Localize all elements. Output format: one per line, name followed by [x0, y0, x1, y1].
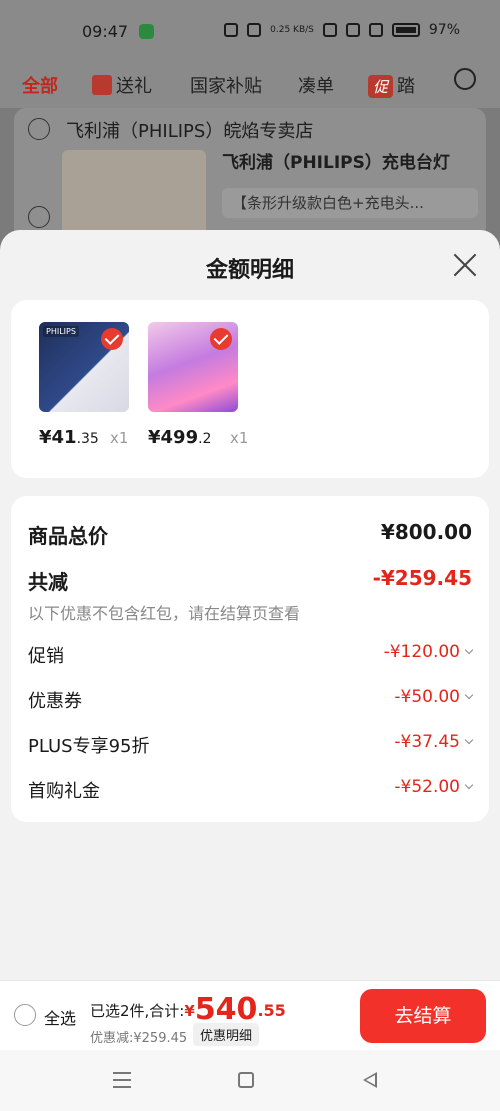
- total-price-value: ¥800.00: [380, 520, 472, 544]
- vibrate-icon: [224, 23, 239, 37]
- saved-amount: 优惠减:¥259.45: [90, 1031, 188, 1046]
- discount-note: 以下优惠不包含红包，请在结算页查看: [28, 604, 301, 623]
- item-price: ¥41.35: [39, 427, 99, 448]
- system-nav-bar: [0, 1050, 500, 1111]
- background-cart-card: 飞利浦（PHILIPS）皖焰专卖店 飞利浦（PHILIPS）充电台灯 【条形升级…: [14, 108, 486, 248]
- select-all-label[interactable]: 全选: [44, 1005, 76, 1029]
- check-icon: [210, 328, 232, 350]
- summary-prefix: 已选2件,合计:: [90, 1002, 185, 1020]
- network-speed: 0.25 KB/S: [270, 24, 314, 35]
- tab-promo: 促踏: [368, 72, 415, 98]
- item-quantity: x1: [230, 429, 249, 447]
- amount-detail-sheet: 金额明细 PHILIPS ¥41.35 x1 ¥499.2 x1 商品总价 ¥8…: [0, 230, 500, 1111]
- total-discount-value: -¥259.45: [372, 566, 472, 590]
- item-image: PHILIPS: [39, 322, 129, 412]
- price-detail-card: 商品总价 ¥800.00 共减 -¥259.45 以下优惠不包含红包，请在结算页…: [11, 496, 489, 822]
- total-price-label: 商品总价: [28, 524, 108, 548]
- product-title: 飞利浦（PHILIPS）充电台灯: [222, 153, 450, 173]
- battery-percent: 97%: [428, 22, 460, 38]
- total-amount-int: 540: [194, 992, 258, 1027]
- status-icons: 0.25 KB/S 97%: [224, 22, 460, 38]
- tab-all: 全部: [22, 76, 58, 97]
- item-quantity: x1: [110, 429, 129, 447]
- tab-gift: 送礼: [92, 72, 152, 98]
- chevron-down-icon: [464, 645, 474, 655]
- back-icon[interactable]: [363, 1072, 377, 1088]
- item-thumbnail-2[interactable]: ¥499.2 x1: [148, 322, 248, 448]
- discount-value: -¥120.00: [384, 642, 474, 662]
- discount-value: -¥52.00: [394, 777, 474, 797]
- message-notification-icon: [139, 24, 154, 39]
- total-discount-label: 共减: [28, 570, 68, 594]
- wifi-icon: [345, 23, 360, 37]
- chevron-down-icon: [464, 735, 474, 745]
- menu-icon[interactable]: [113, 1072, 131, 1088]
- brand-label: PHILIPS: [43, 326, 79, 337]
- checkout-bar: 全选 已选2件,合计:¥540.55 优惠减:¥259.45 优惠明细 去结算: [0, 980, 500, 1050]
- status-time: 09:47: [82, 22, 129, 41]
- status-bar: 09:47 0.25 KB/S 97%: [0, 0, 500, 62]
- store-radio: [28, 118, 50, 140]
- hd-icon: [322, 23, 337, 37]
- battery-icon: [391, 23, 420, 37]
- discount-label: 促销: [28, 646, 64, 667]
- discount-label: 首购礼金: [28, 781, 100, 802]
- search-icon: [454, 68, 476, 90]
- item-image: [148, 322, 238, 412]
- chevron-down-icon: [464, 690, 474, 700]
- item-thumbnail-1[interactable]: PHILIPS ¥41.35 x1: [39, 322, 129, 448]
- total-amount-dec: .55: [257, 1001, 286, 1020]
- checkout-button[interactable]: 去结算: [360, 989, 486, 1043]
- signal-icon: [368, 23, 383, 37]
- close-icon[interactable]: [452, 252, 478, 278]
- gift-icon: [92, 75, 112, 95]
- items-card: PHILIPS ¥41.35 x1 ¥499.2 x1: [11, 300, 489, 478]
- discount-label: PLUS专享95折: [28, 736, 150, 757]
- promo-badge: 促: [368, 75, 394, 98]
- select-all-radio[interactable]: [14, 1004, 36, 1026]
- discount-value: -¥37.45: [394, 732, 474, 752]
- item-price: ¥499.2: [148, 427, 212, 448]
- home-icon[interactable]: [238, 1072, 254, 1088]
- item-radio: [28, 206, 50, 228]
- sku-selector: 【条形升级款白色+充电头...: [222, 188, 478, 218]
- discount-label: 优惠券: [28, 691, 82, 712]
- currency-symbol: ¥: [184, 1002, 195, 1020]
- order-summary: 已选2件,合计:¥540.55: [90, 992, 286, 1027]
- bluetooth-icon: [247, 23, 262, 37]
- chevron-down-icon: [464, 780, 474, 790]
- discount-value: -¥50.00: [394, 687, 474, 707]
- background-nav: 全部 送礼 国家补贴 凑单 促踏: [0, 62, 500, 108]
- discount-detail-button[interactable]: 优惠明细: [193, 1023, 260, 1046]
- store-name: 飞利浦（PHILIPS）皖焰专卖店: [66, 121, 314, 142]
- sheet-title: 金额明细: [205, 258, 294, 283]
- tab-subsidy: 国家补贴: [190, 76, 262, 97]
- tab-bundle: 凑单: [298, 76, 334, 97]
- check-icon: [101, 328, 123, 350]
